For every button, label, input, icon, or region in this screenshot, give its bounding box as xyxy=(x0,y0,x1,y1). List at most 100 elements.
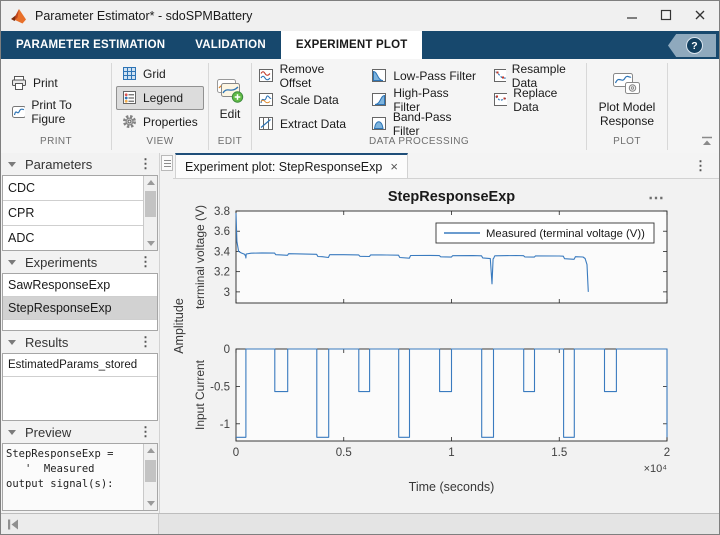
panel-menu-icon[interactable]: ⋮ xyxy=(136,337,155,347)
edit-button[interactable]: Edit xyxy=(216,74,244,121)
legend-icon xyxy=(122,90,137,105)
high-pass-icon xyxy=(371,92,387,107)
status-bar xyxy=(1,513,719,534)
ribbon-toolbar: Print Print To Figure PRINT Grid Legend xyxy=(1,59,719,153)
collapse-ribbon-button[interactable] xyxy=(701,133,713,151)
tab-experiment-plot[interactable]: EXPERIMENT PLOT xyxy=(281,31,423,59)
y-tick-label: 3 xyxy=(224,287,230,299)
panel-header-preview: Preview ⋮ xyxy=(1,421,159,443)
print-button[interactable]: Print xyxy=(5,71,107,95)
collapse-triangle-icon[interactable] xyxy=(8,260,16,265)
plot-model-response-button[interactable]: Plot Model Response xyxy=(589,67,665,128)
y-tick-label: 3.6 xyxy=(214,226,230,238)
band-pass-filter-button[interactable]: Band-Pass Filter xyxy=(365,112,484,136)
scale-data-button[interactable]: Scale Data xyxy=(252,88,363,112)
scroll-up-icon[interactable] xyxy=(147,180,155,185)
tab-experiment-plot-document[interactable]: Experiment plot: StepResponseExp × xyxy=(175,153,408,179)
section-label-data-processing: DATA PROCESSING xyxy=(252,136,586,153)
sidebar-splitter[interactable] xyxy=(159,153,173,513)
grid-icon xyxy=(122,66,137,81)
collapse-triangle-icon[interactable] xyxy=(8,162,16,167)
extract-data-icon xyxy=(258,116,274,131)
section-print: Print Print To Figure PRINT xyxy=(1,59,111,153)
section-label-edit: EDIT xyxy=(209,136,251,153)
section-label-print: PRINT xyxy=(1,136,111,153)
y-tick-label: 3.4 xyxy=(214,246,231,258)
close-tab-icon[interactable]: × xyxy=(390,159,398,174)
y-tick-label: 3.8 xyxy=(214,206,230,218)
tab-parameter-estimation[interactable]: PARAMETER ESTIMATION xyxy=(1,31,180,59)
preview-pane: StepResponseExp = ' Measured output sign… xyxy=(2,443,158,511)
tab-validation[interactable]: VALIDATION xyxy=(180,31,281,59)
minimize-button[interactable] xyxy=(615,2,649,28)
list-item-cdc[interactable]: CDC xyxy=(3,176,144,201)
parameters-list: CDC CPR ADC xyxy=(2,175,158,251)
scroll-thumb[interactable] xyxy=(145,460,156,482)
scroll-thumb[interactable] xyxy=(145,191,156,217)
chart-title: StepResponseExp xyxy=(388,189,515,205)
collapse-triangle-icon[interactable] xyxy=(8,340,16,345)
panel-header-experiments: Experiments ⋮ xyxy=(1,251,159,273)
resample-data-button[interactable]: Resample Data xyxy=(487,64,586,88)
low-pass-filter-button[interactable]: Low-Pass Filter xyxy=(365,64,484,88)
properties-button[interactable]: Properties xyxy=(116,110,204,134)
y-tick-label: 0 xyxy=(224,344,230,356)
parameters-scrollbar[interactable] xyxy=(143,176,157,250)
axes-toolbar-dots-icon[interactable]: ⋯ xyxy=(648,188,665,208)
tabbar-menu-icon[interactable]: ⋮ xyxy=(694,158,707,174)
extract-data-button[interactable]: Extract Data xyxy=(252,112,363,136)
maximize-button[interactable] xyxy=(649,2,683,28)
list-item-adc[interactable]: ADC xyxy=(3,226,144,251)
collapse-triangle-icon[interactable] xyxy=(8,430,16,435)
preview-scrollbar[interactable] xyxy=(143,444,157,510)
panel-menu-icon[interactable]: ⋮ xyxy=(136,257,155,267)
scroll-up-icon[interactable] xyxy=(147,448,155,453)
panel-title: Results xyxy=(25,335,136,350)
edit-plots-icon xyxy=(216,78,244,104)
x-tick-label: 0 xyxy=(233,447,239,459)
x-axis-exponent: ×10⁴ xyxy=(644,463,668,475)
low-pass-icon xyxy=(371,68,387,83)
title-bar: Parameter Estimator* - sdoSPMBattery xyxy=(1,1,719,31)
splitter-grip-icon[interactable] xyxy=(161,155,173,171)
help-button[interactable]: ? xyxy=(668,34,716,57)
chart-canvas: StepResponseExp33.23.43.63.8terminal vol… xyxy=(173,179,719,513)
x-tick-label: 0.5 xyxy=(336,447,352,459)
list-item-sawresponseexp[interactable]: SawResponseExp xyxy=(3,274,157,297)
panel-title: Experiments xyxy=(25,255,136,270)
high-pass-filter-button[interactable]: High-Pass Filter xyxy=(365,88,484,112)
panel-title: Preview xyxy=(25,425,136,440)
section-label-view: VIEW xyxy=(112,136,208,153)
subplot-ylabel: terminal voltage (V) xyxy=(193,205,207,309)
panel-title: Parameters xyxy=(25,157,136,172)
section-data-processing: Remove Offset Scale Data Extract Data xyxy=(252,59,586,153)
list-item-stepresponseexp[interactable]: StepResponseExp xyxy=(3,297,157,320)
close-button[interactable] xyxy=(683,2,717,28)
scroll-down-icon[interactable] xyxy=(147,241,155,246)
parameter-estimator-window: Parameter Estimator* - sdoSPMBattery PAR… xyxy=(0,0,720,535)
scroll-down-icon[interactable] xyxy=(147,501,155,506)
document-tab-bar: Experiment plot: StepResponseExp × ⋮ xyxy=(173,153,719,179)
x-tick-label: 1 xyxy=(448,447,454,459)
replace-data-button[interactable]: Replace Data xyxy=(487,88,586,112)
print-to-figure-button[interactable]: Print To Figure xyxy=(5,100,107,124)
y-tick-label: -1 xyxy=(220,419,230,431)
remove-offset-button[interactable]: Remove Offset xyxy=(252,64,363,88)
section-plot: Plot Model Response PLOT xyxy=(587,59,667,153)
list-item-estimatedparams[interactable]: EstimatedParams_stored xyxy=(3,354,157,377)
collapse-panel-icon[interactable] xyxy=(6,518,20,531)
x-tick-label: 1.5 xyxy=(551,447,567,459)
x-tick-label: 2 xyxy=(664,447,670,459)
subplot-0: 33.23.43.63.8terminal voltage (V)Measure… xyxy=(193,205,667,309)
document-tab-label: Experiment plot: StepResponseExp xyxy=(185,160,382,174)
experiments-list: SawResponseExp StepResponseExp xyxy=(2,273,158,331)
gear-icon xyxy=(122,114,137,129)
resample-data-icon xyxy=(493,68,506,83)
grid-toggle-button[interactable]: Grid xyxy=(116,62,204,86)
panel-menu-icon[interactable]: ⋮ xyxy=(136,427,155,437)
legend-toggle-button[interactable]: Legend xyxy=(116,86,204,110)
panel-menu-icon[interactable]: ⋮ xyxy=(136,159,155,169)
legend: Measured (terminal voltage (V)) xyxy=(436,223,654,243)
replace-data-icon xyxy=(493,92,508,107)
list-item-cpr[interactable]: CPR xyxy=(3,201,144,226)
